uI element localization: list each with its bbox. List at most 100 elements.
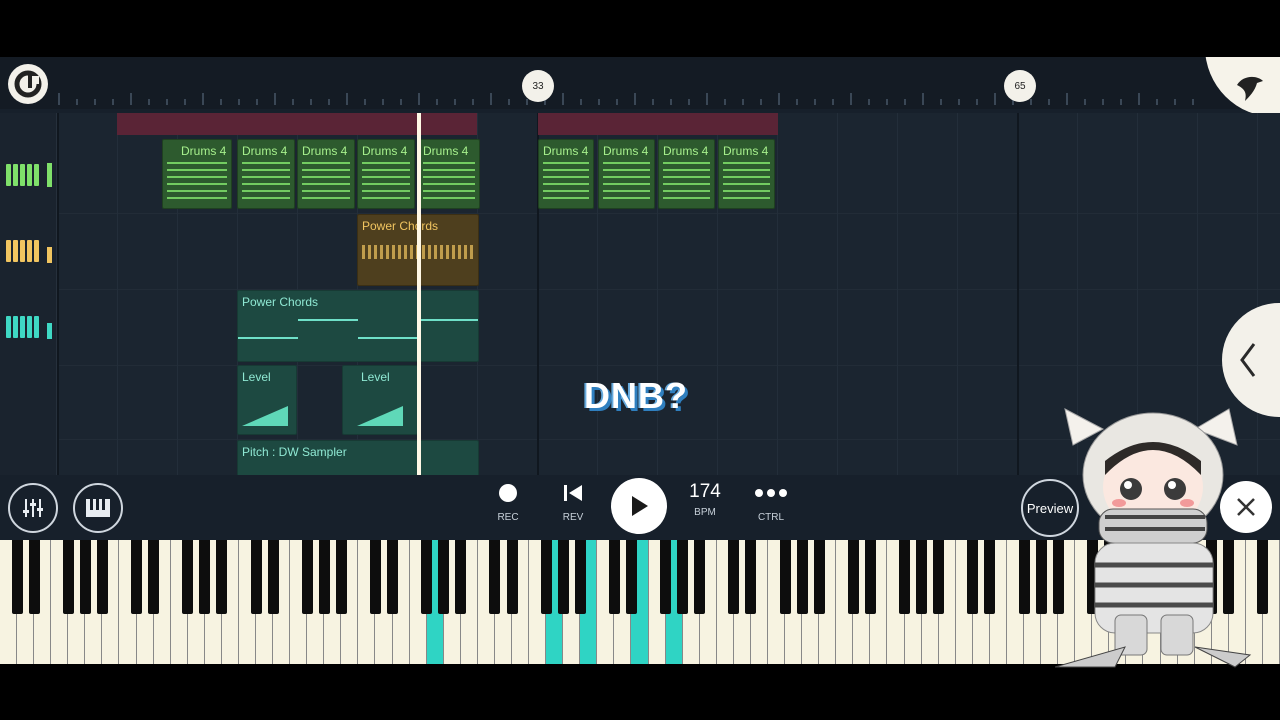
black-key[interactable] (387, 540, 399, 614)
keys-channel[interactable] (6, 225, 52, 277)
pattern-strip (538, 113, 778, 135)
black-key[interactable] (745, 540, 757, 614)
timeline-bar[interactable]: 33 65 (0, 57, 1280, 117)
bpm-display[interactable]: 174 BPM (680, 481, 730, 518)
black-key[interactable] (455, 540, 467, 614)
black-key[interactable] (813, 540, 825, 614)
ruler-tick (922, 93, 924, 105)
synth-channel[interactable] (6, 301, 52, 353)
ctrl-button[interactable]: CTRL (746, 483, 796, 523)
black-key[interactable] (967, 540, 979, 614)
black-key[interactable] (318, 540, 330, 614)
ruler-tick (1084, 99, 1086, 105)
black-key[interactable] (506, 540, 518, 614)
piano-keys-icon (86, 499, 110, 517)
clip-drums[interactable]: Drums 4 (418, 139, 480, 209)
piano-roll-button[interactable] (73, 483, 123, 533)
black-key[interactable] (1035, 540, 1047, 614)
ruler-tick (1156, 99, 1158, 105)
level-ramp (357, 406, 403, 426)
black-key[interactable] (984, 540, 996, 614)
black-key[interactable] (489, 540, 501, 614)
black-key[interactable] (864, 540, 876, 614)
playhead[interactable] (417, 113, 421, 475)
black-key[interactable] (148, 540, 160, 614)
black-key[interactable] (301, 540, 313, 614)
clip-drums[interactable]: Drums 4 (297, 139, 355, 209)
ruler-tick (724, 99, 726, 105)
clip-label: Level (242, 370, 271, 384)
black-key[interactable] (728, 540, 740, 614)
ruler-tick (562, 93, 564, 105)
clip-drums[interactable]: Drums 4 (162, 139, 232, 209)
clip-pitch-sampler[interactable]: Pitch : DW Sampler (237, 440, 479, 477)
black-key[interactable] (779, 540, 791, 614)
clip-drums[interactable]: Drums 4 (237, 139, 295, 209)
keys-icon (6, 240, 39, 262)
fl-studio-badge[interactable] (1205, 57, 1280, 117)
record-button[interactable]: REC (483, 483, 533, 523)
black-key[interactable] (574, 540, 586, 614)
black-key[interactable] (28, 540, 40, 614)
ruler-tick (472, 99, 474, 105)
timeline-ruler[interactable] (58, 87, 1208, 107)
ruler-tick (238, 99, 240, 105)
black-key[interactable] (267, 540, 279, 614)
ruler-tick (310, 99, 312, 105)
black-key[interactable] (933, 540, 945, 614)
ruler-tick (1138, 93, 1140, 105)
black-key[interactable] (677, 540, 689, 614)
black-key[interactable] (694, 540, 706, 614)
ruler-tick (886, 99, 888, 105)
black-key[interactable] (438, 540, 450, 614)
black-key[interactable] (660, 540, 672, 614)
bar-marker-65[interactable]: 65 (1004, 70, 1036, 102)
play-button[interactable] (611, 478, 667, 534)
clip-drums[interactable]: Drums 4 (718, 139, 775, 209)
black-key[interactable] (608, 540, 620, 614)
track-divider (57, 213, 1280, 214)
black-key[interactable] (79, 540, 91, 614)
clip-drums[interactable]: Drums 4 (357, 139, 415, 209)
black-key[interactable] (557, 540, 569, 614)
mixer-icon (23, 499, 43, 517)
black-key[interactable] (899, 540, 911, 614)
grid-line (837, 113, 838, 475)
black-key[interactable] (216, 540, 228, 614)
clip-drums[interactable]: Drums 4 (658, 139, 715, 209)
mixer-button[interactable] (8, 483, 58, 533)
automation-line (238, 337, 298, 339)
clip-power-chords-teal[interactable]: Power Chords (237, 290, 479, 362)
black-key[interactable] (335, 540, 347, 614)
black-key[interactable] (62, 540, 74, 614)
black-key[interactable] (796, 540, 808, 614)
black-key[interactable] (96, 540, 108, 614)
black-key[interactable] (1257, 540, 1269, 614)
black-key[interactable] (11, 540, 23, 614)
level-ramp (242, 406, 288, 426)
black-key[interactable] (199, 540, 211, 614)
black-key[interactable] (847, 540, 859, 614)
black-key[interactable] (369, 540, 381, 614)
chevron-left-icon (1240, 343, 1256, 377)
black-key[interactable] (1018, 540, 1030, 614)
black-key[interactable] (250, 540, 262, 614)
black-key[interactable] (625, 540, 637, 614)
black-key[interactable] (182, 540, 194, 614)
clip-level[interactable]: Level (342, 365, 418, 435)
clip-drums[interactable]: Drums 4 (538, 139, 594, 209)
ruler-tick (184, 99, 186, 105)
clip-drums[interactable]: Drums 4 (598, 139, 655, 209)
black-key[interactable] (540, 540, 552, 614)
bpm-value: 174 (689, 481, 721, 502)
black-key[interactable] (916, 540, 928, 614)
drums-channel[interactable] (6, 149, 52, 201)
menu-logo-button[interactable] (8, 64, 48, 104)
black-key[interactable] (421, 540, 433, 614)
bar-marker-33[interactable]: 33 (522, 70, 554, 102)
ruler-tick (1048, 99, 1050, 105)
rewind-button[interactable]: REV (548, 483, 598, 523)
clip-level[interactable]: Level (237, 365, 297, 435)
black-key[interactable] (131, 540, 143, 614)
clip-label: Drums 4 (302, 144, 348, 158)
